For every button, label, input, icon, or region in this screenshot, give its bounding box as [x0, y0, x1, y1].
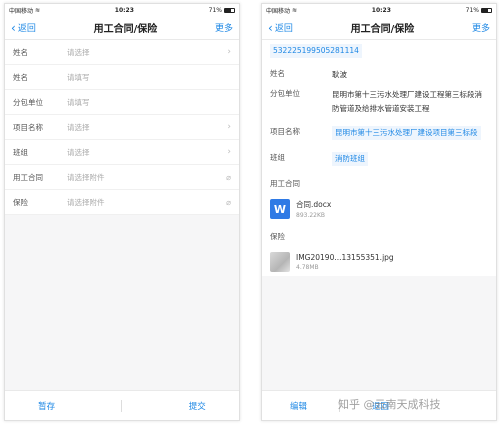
page-title: 用工合同/保险: [350, 24, 415, 35]
paperclip-icon: ⌀: [226, 197, 231, 207]
form-row-team[interactable]: 班组 请选择 ›: [5, 140, 239, 165]
field-label: 项目名称: [270, 127, 300, 136]
field-label: 分包单位: [270, 89, 300, 98]
subcontractor-value: 昆明市第十三污水处理厂建设工程第三标段消防管道及给排水管道安装工程: [332, 90, 482, 113]
battery-icon: [224, 7, 235, 13]
page-title: 用工合同/保险: [93, 24, 158, 35]
back-label: 返回: [17, 24, 36, 34]
form-row-subcontractor[interactable]: 分包单位 请填写: [5, 90, 239, 115]
back-label: 返回: [274, 24, 293, 34]
field-placeholder: 请填写: [67, 97, 90, 107]
back-button[interactable]: ‹ 返回: [268, 21, 293, 35]
form-row-name-input[interactable]: 姓名 请填写: [5, 65, 239, 90]
detail-row-subcontractor: 分包单位 昆明市第十三污水处理厂建设工程第三标段消防管道及给排水管道安装工程: [262, 82, 496, 116]
battery-percent: 71%: [208, 6, 222, 14]
field-placeholder: 请选择: [67, 147, 90, 157]
edit-button[interactable]: 编辑: [290, 400, 307, 412]
carrier-label: 中国移动: [9, 7, 34, 15]
form-row-insurance[interactable]: 保险 请选择附件 ⌀: [5, 190, 239, 215]
battery-icon: [481, 7, 492, 13]
back-button[interactable]: ‹ 返回: [11, 21, 36, 35]
carrier-label: 中国移动: [266, 7, 291, 15]
image-thumbnail-icon: [270, 252, 290, 272]
project-tag[interactable]: 昆明市第十三污水处理厂建设项目第三标段: [332, 126, 481, 140]
contract-section-label: 用工合同: [262, 170, 496, 195]
nav-bar: ‹ 返回 用工合同/保险 更多: [262, 16, 496, 40]
contract-attachment[interactable]: W 合同.docx 893.22KB: [262, 195, 496, 223]
clock: 10:23: [371, 6, 391, 14]
more-button[interactable]: 更多: [215, 21, 233, 34]
chevron-left-icon: ‹: [268, 20, 273, 35]
attachment-size: 893.22KB: [296, 212, 326, 219]
attachment-name: IMG20190...13155351.jpg: [296, 253, 394, 262]
status-bar: 中国移动 ≋ 10:23 71%: [262, 4, 496, 16]
watermark-text: 知乎 @云南天成科技: [338, 398, 441, 411]
detail-row-project: 项目名称 昆明市第十三污水处理厂建设项目第三标段: [262, 116, 496, 140]
detail-row-name: 姓名 耿波: [262, 62, 496, 82]
toolbar-divider: [121, 399, 123, 412]
field-placeholder: 请选择: [67, 122, 90, 132]
team-tag[interactable]: 消防班组: [332, 152, 368, 166]
more-button[interactable]: 更多: [472, 21, 490, 34]
field-placeholder: 请选择: [67, 47, 90, 57]
detail-screen: 中国移动 ≋ 10:23 71% ‹ 返回 用工合同/保险 更多 532225199…: [261, 3, 497, 421]
wifi-icon: ≋: [35, 6, 41, 14]
field-label: 姓名: [270, 69, 285, 78]
field-label: 分包单位: [13, 97, 43, 107]
field-label: 项目名称: [13, 122, 43, 132]
insurance-section-label: 保险: [262, 223, 496, 248]
form-row-project[interactable]: 项目名称 请选择 ›: [5, 115, 239, 140]
detail-row-id: 532225199505281114: [262, 40, 496, 62]
form-row-contract[interactable]: 用工合同 请选择附件 ⌀: [5, 165, 239, 190]
id-number-tag[interactable]: 532225199505281114: [270, 44, 362, 58]
chevron-right-icon: ›: [227, 122, 231, 132]
field-placeholder: 请填写: [67, 72, 90, 82]
wifi-icon: ≋: [292, 6, 298, 14]
clock: 10:23: [114, 6, 134, 14]
nav-bar: ‹ 返回 用工合同/保险 更多: [5, 16, 239, 40]
attachment-name: 合同.docx: [296, 200, 332, 209]
form-screen: 中国移动 ≋ 10:23 71% ‹ 返回 用工合同/保险 更多 姓名 请选择 › …: [4, 3, 240, 421]
chevron-left-icon: ‹: [11, 20, 16, 35]
field-label: 班组: [13, 147, 28, 157]
field-placeholder: 请选择附件: [67, 197, 105, 207]
status-bar: 中国移动 ≋ 10:23 71%: [5, 4, 239, 16]
field-placeholder: 请选择附件: [67, 172, 105, 182]
bottom-toolbar: 暂存 提交: [5, 390, 239, 420]
detail-list: 532225199505281114 姓名 耿波 分包单位 昆明市第十三污水处理…: [262, 40, 496, 170]
word-file-icon: W: [270, 199, 290, 219]
detail-row-team: 班组 消防班组: [262, 140, 496, 166]
insurance-attachment[interactable]: IMG20190...13155351.jpg 4.78MB: [262, 248, 496, 276]
attachment-size: 4.78MB: [296, 264, 319, 271]
field-label: 保险: [13, 197, 28, 207]
submit-button[interactable]: 提交: [189, 400, 206, 412]
name-value: 耿波: [332, 70, 347, 79]
field-label: 姓名: [13, 47, 28, 57]
field-label: 用工合同: [13, 172, 43, 182]
paperclip-icon: ⌀: [226, 172, 231, 182]
battery-percent: 71%: [465, 6, 479, 14]
form-row-name-select[interactable]: 姓名 请选择 ›: [5, 40, 239, 65]
save-draft-button[interactable]: 暂存: [38, 400, 55, 412]
chevron-right-icon: ›: [227, 147, 231, 157]
form-list: 姓名 请选择 › 姓名 请填写 分包单位 请填写 项目名称 请选择 › 班组 请…: [5, 40, 239, 215]
chevron-right-icon: ›: [227, 47, 231, 57]
field-label: 班组: [270, 153, 285, 162]
field-label: 姓名: [13, 72, 28, 82]
